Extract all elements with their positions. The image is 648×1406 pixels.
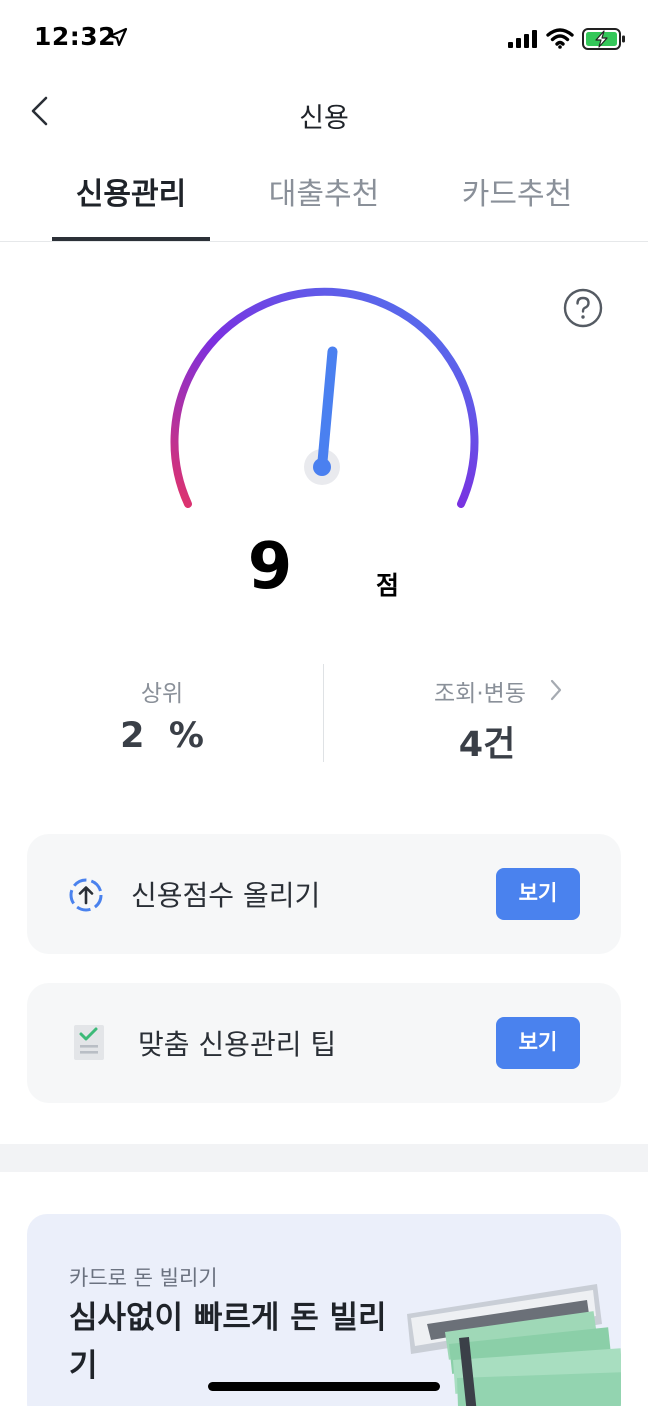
- gauge-needle: [317, 346, 338, 472]
- credit-score-gauge: [170, 287, 479, 508]
- banner-subtitle: 카드로 돈 빌리기: [69, 1266, 218, 1290]
- tab-card-recommendation[interactable]: 카드추천: [417, 160, 617, 242]
- stats-divider: [323, 664, 324, 762]
- raise-score-title: 신용점수 올리기: [131, 879, 321, 912]
- page-title: 신용: [299, 103, 349, 134]
- checklist-icon: [74, 1025, 104, 1060]
- home-indicator: [208, 1382, 440, 1391]
- help-icon[interactable]: [562, 287, 604, 329]
- navigation-bar: 신용: [0, 80, 648, 144]
- tab-credit-management[interactable]: 신용관리: [31, 160, 231, 242]
- rank-value: 2 %: [120, 716, 204, 756]
- status-bar: 12:32: [0, 0, 648, 80]
- status-time: 12:32: [34, 22, 117, 51]
- credit-tips-view-button[interactable]: 보기: [496, 1017, 580, 1069]
- wifi-icon: [546, 28, 574, 49]
- credit-tips-card[interactable]: 맞춤 신용관리 팁 보기: [27, 983, 621, 1103]
- battery-charging-icon: [582, 28, 625, 50]
- active-tab-indicator: [52, 237, 210, 241]
- cellular-signal-icon: [508, 30, 537, 48]
- section-divider: [0, 1144, 648, 1172]
- tab-loan-recommendation[interactable]: 대출추천: [224, 160, 424, 242]
- credit-tips-title: 맞춤 신용관리 팁: [138, 1028, 337, 1061]
- credit-score-value: 9: [247, 530, 293, 604]
- gauge-needle-base: [313, 458, 331, 476]
- inquiry-label: 조회·변동: [434, 681, 526, 707]
- raise-score-card[interactable]: 신용점수 올리기 보기: [27, 834, 621, 954]
- chevron-right-icon: [550, 679, 562, 701]
- score-up-icon: [69, 878, 103, 912]
- credit-score-unit: 점: [376, 571, 400, 600]
- inquiry-value: 4건: [458, 725, 516, 765]
- raise-score-view-button[interactable]: 보기: [496, 868, 580, 920]
- tab-bar: 신용관리 대출추천 카드추천: [0, 160, 648, 242]
- inquiry-change-link[interactable]: 조회·변동: [420, 670, 570, 710]
- card-loan-banner[interactable]: 카드로 돈 빌리기 심사없이 빠르게 돈 빌리기: [27, 1214, 621, 1406]
- banner-title: 심사없이 빠르게 돈 빌리기: [69, 1300, 387, 1384]
- rank-label: 상위: [140, 681, 184, 707]
- score-stats: 상위 2 % 조회·변동 4건: [0, 664, 648, 765]
- location-arrow-icon: [108, 27, 128, 47]
